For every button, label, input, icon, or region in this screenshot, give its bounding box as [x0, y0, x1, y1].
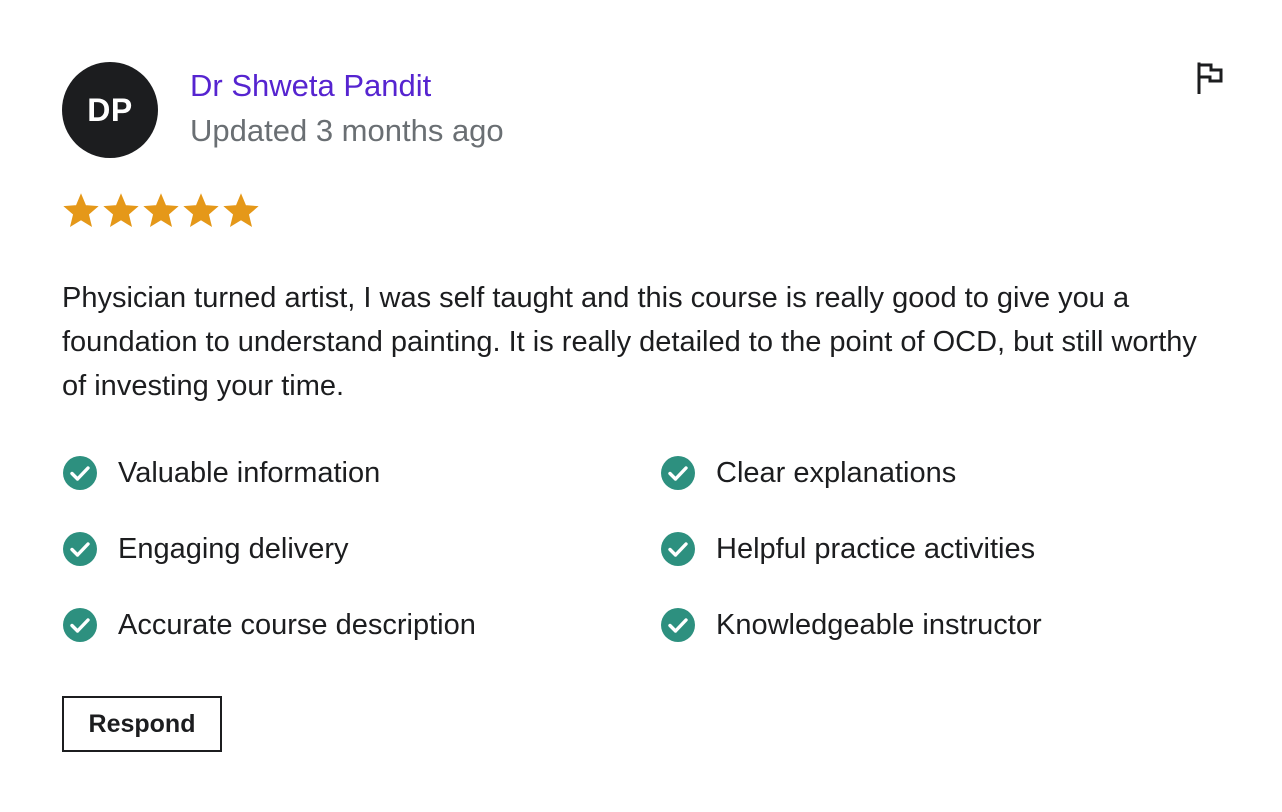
review-tag: Valuable information: [62, 454, 660, 492]
review-tag-label: Clear explanations: [716, 457, 957, 489]
check-circle-icon: [63, 608, 97, 642]
review-tag: Clear explanations: [660, 454, 1224, 492]
check-circle-icon: [63, 456, 97, 490]
star-icon: [63, 193, 99, 228]
check-circle-icon: [661, 608, 695, 642]
review-tag: Engaging delivery: [62, 530, 660, 568]
star-icon: [143, 193, 179, 228]
reviewer-info: Dr Shweta Pandit Updated 3 months ago: [190, 62, 504, 151]
review-tag: Knowledgeable instructor: [660, 606, 1224, 644]
avatar-initials: DP: [87, 91, 133, 128]
review-header: DP Dr Shweta Pandit Updated 3 months ago: [62, 62, 1224, 158]
review-tag-label: Accurate course description: [118, 609, 476, 641]
check-circle-icon: [63, 532, 97, 566]
respond-button[interactable]: Respond: [62, 696, 222, 752]
review-card: DP Dr Shweta Pandit Updated 3 months ago…: [62, 62, 1224, 752]
star-rating: [62, 192, 260, 230]
star-icon: [103, 193, 139, 228]
star-icon: [223, 193, 259, 228]
check-circle-icon: [661, 532, 695, 566]
review-tag-label: Helpful practice activities: [716, 533, 1036, 565]
avatar: DP: [62, 62, 158, 158]
flag-icon: [1197, 62, 1223, 95]
review-tags: Valuable information Clear explanations En…: [62, 454, 1224, 644]
review-tag-label: Knowledgeable instructor: [716, 609, 1042, 641]
review-tag: Helpful practice activities: [660, 530, 1224, 568]
review-tag-label: Valuable information: [118, 457, 381, 489]
updated-timestamp: Updated 3 months ago: [190, 113, 504, 148]
report-flag-button[interactable]: [1196, 62, 1224, 95]
review-tag: Accurate course description: [62, 606, 660, 644]
review-body: Physician turned artist, I was self taug…: [62, 282, 1197, 402]
reviewer-name: Dr Shweta Pandit: [190, 68, 432, 103]
check-circle-icon: [661, 456, 695, 490]
review-tag-label: Engaging delivery: [118, 533, 349, 565]
star-icon: [183, 193, 219, 228]
